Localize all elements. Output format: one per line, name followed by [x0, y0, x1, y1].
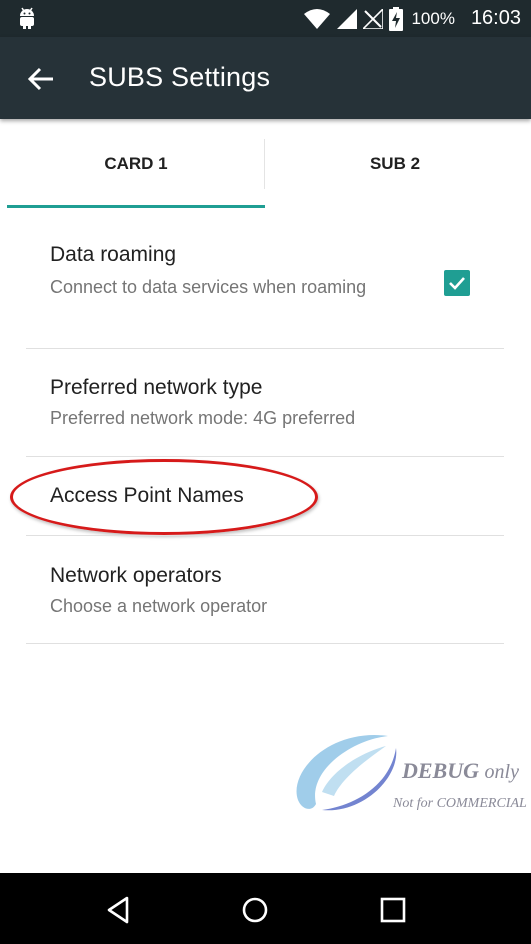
home-circle-icon[interactable] — [240, 895, 270, 925]
signal-icon — [337, 8, 358, 29]
setting-network-operators[interactable]: Network operators Choose a network opera… — [26, 554, 504, 644]
status-bar: 100% 16:03 — [0, 0, 531, 37]
divider — [26, 456, 504, 457]
debug-watermark: DEBUG only Not for COMMERCIAL — [292, 726, 531, 818]
watermark-note: Not for COMMERCIAL — [393, 796, 527, 811]
clock: 16:03 — [470, 7, 521, 29]
preferred-network-title: Preferred network type — [50, 376, 263, 399]
back-triangle-icon[interactable] — [103, 895, 133, 925]
battery-percent: 100% — [411, 8, 455, 28]
android-debug-icon — [20, 7, 34, 29]
setting-preferred-network-type[interactable]: Preferred network type Preferred network… — [26, 366, 504, 456]
tab-sub2[interactable]: SUB 2 — [266, 119, 524, 209]
watermark-debug-text: DEBUG only — [402, 758, 519, 784]
preferred-network-summary: Preferred network mode: 4G preferred — [50, 408, 356, 428]
divider — [26, 643, 504, 644]
check-icon — [449, 277, 465, 290]
divider — [26, 535, 504, 536]
swirl-logo-icon — [296, 735, 397, 811]
tab-indicator — [7, 205, 265, 208]
tab-card1[interactable]: CARD 1 — [7, 119, 265, 209]
wifi-icon — [304, 8, 331, 29]
setting-data-roaming[interactable]: Data roaming Connect to data services wh… — [26, 235, 504, 347]
red-highlight-ellipse — [10, 459, 318, 535]
page-title: SUBS Settings — [89, 62, 271, 92]
no-signal-icon — [363, 8, 384, 29]
watermark-only: only — [484, 761, 519, 783]
network-operators-summary: Choose a network operator — [50, 596, 268, 616]
data-roaming-checkbox[interactable] — [444, 270, 470, 296]
battery-charging-icon — [389, 6, 404, 31]
arrow-back-icon[interactable] — [26, 64, 56, 94]
tab-divider — [264, 139, 265, 189]
data-roaming-summary: Connect to data services when roaming — [50, 277, 367, 297]
divider — [26, 348, 504, 349]
network-operators-title: Network operators — [50, 564, 222, 587]
sim-tabs: CARD 1 SUB 2 — [0, 119, 531, 209]
data-roaming-title: Data roaming — [50, 243, 177, 266]
watermark-debug: DEBUG — [402, 758, 480, 783]
nav-bar — [0, 873, 531, 944]
app-bar: SUBS Settings — [0, 37, 531, 119]
recents-square-icon[interactable] — [378, 895, 408, 925]
